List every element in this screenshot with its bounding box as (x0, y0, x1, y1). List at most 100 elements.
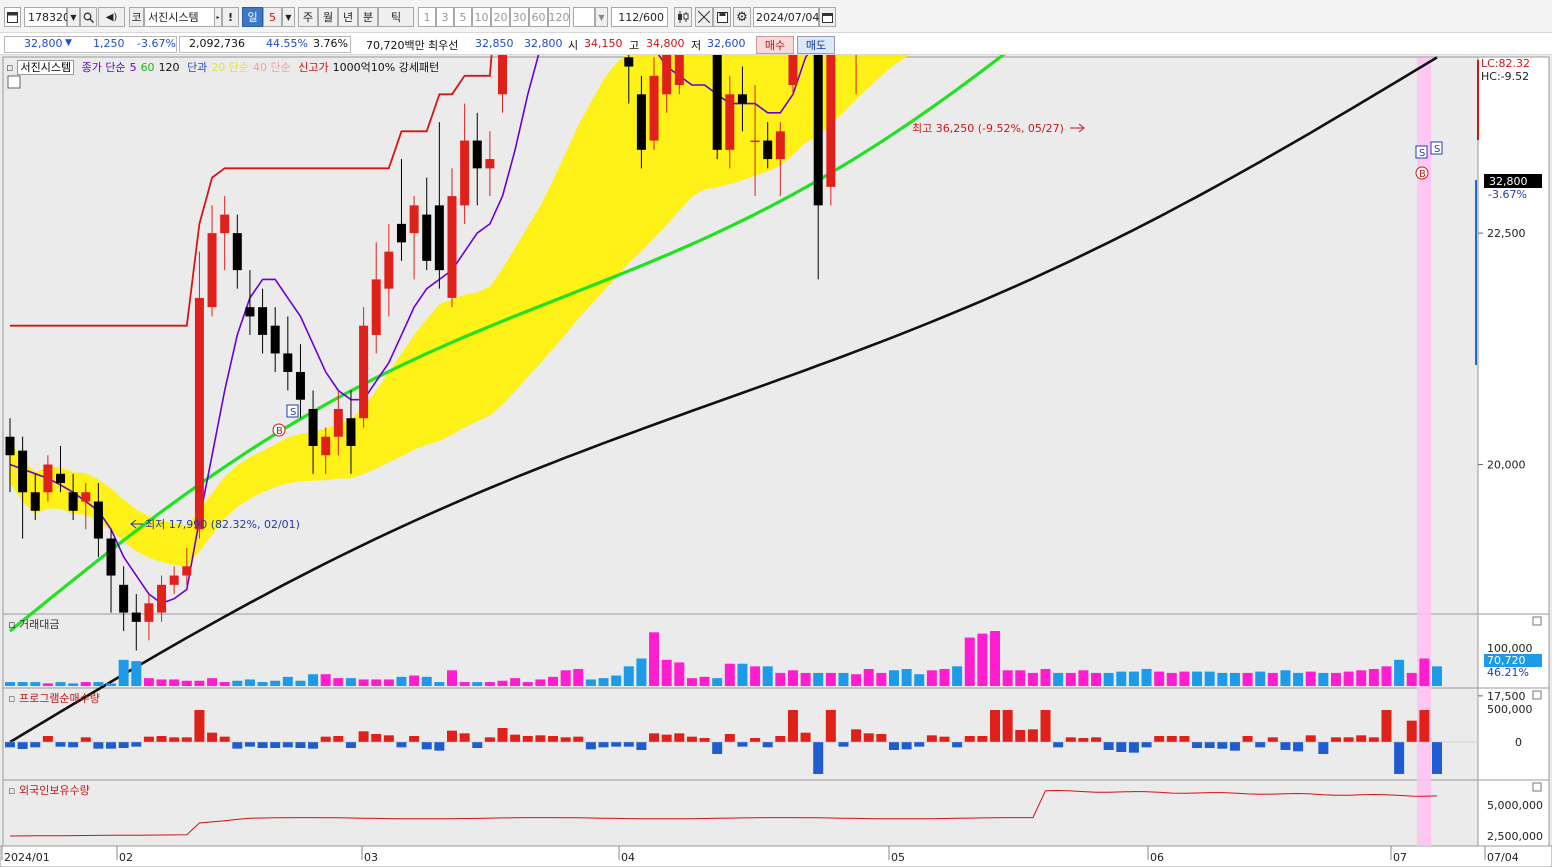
sound-button[interactable]: ◀) (98, 7, 125, 27)
code-dropdown-button[interactable]: ▼ (67, 7, 80, 27)
volume-bar (396, 676, 407, 686)
volume-bar (611, 675, 622, 686)
volume-bar (762, 666, 773, 686)
settings-button[interactable]: ⚙ (733, 7, 751, 27)
legend-cross[interactable]: 단과 (187, 61, 207, 74)
open-value: 34,150 (584, 37, 623, 50)
interval-5-button[interactable]: 5 (454, 7, 472, 27)
interval-3-button[interactable]: 3 (436, 7, 454, 27)
candle-body (207, 233, 217, 308)
volume-bar (1356, 670, 1367, 686)
period-year-button[interactable]: 년 (338, 7, 358, 27)
legend-pattern[interactable]: 1000억10% 강세패턴 (333, 61, 440, 74)
chart-svg[interactable]: 37,50035,00032,50030,00027,50025,00022,5… (0, 0, 1552, 867)
interval-30-button[interactable]: 30 (510, 7, 529, 27)
candle-body (68, 492, 78, 511)
legend-ma-label[interactable]: 종가 단순 (82, 61, 126, 74)
alert-button[interactable]: ! (222, 7, 239, 27)
grid-toggle-icon[interactable] (7, 75, 21, 89)
program-bar (939, 736, 950, 742)
legend-stock-name[interactable]: 서진시스템 (17, 60, 75, 75)
interval-10-button[interactable]: 10 (472, 7, 491, 27)
interval-label: 60 (531, 10, 546, 24)
y-tick-label: 22,500 (1487, 227, 1526, 240)
x-tick-label: 03 (364, 851, 378, 864)
interval-20-button[interactable]: 20 (491, 7, 510, 27)
period-month-button[interactable]: 월 (318, 7, 338, 27)
legend-ma60[interactable]: 60 (141, 61, 155, 74)
volume-bar (1381, 666, 1392, 686)
y-tick-label: 20,000 (1487, 459, 1526, 472)
volume-bar (497, 680, 508, 686)
save-button[interactable] (713, 7, 731, 27)
maximize-icon[interactable] (1532, 690, 1542, 700)
program-bar (712, 742, 723, 754)
volume-bar (636, 658, 647, 686)
volume-bar (737, 663, 748, 686)
calendar-icon (822, 12, 833, 23)
candle-body (169, 575, 179, 585)
sell-button[interactable]: 매도 (797, 36, 835, 54)
program-bar (1128, 742, 1139, 753)
program-bar (724, 734, 735, 742)
volume-bar (1368, 668, 1379, 686)
candle-body (384, 251, 394, 289)
legend-ma120[interactable]: 120 (159, 61, 180, 74)
volume-value: 2,092,736 (189, 37, 245, 50)
legend-newhigh[interactable]: 신고가 (298, 61, 328, 74)
interval-120-button[interactable]: 120 (548, 7, 570, 27)
save-icon (716, 11, 728, 23)
stock-name-field[interactable]: 서진시스템 (144, 7, 215, 27)
period-minute-button[interactable]: 분 (358, 7, 378, 27)
period-day-button[interactable]: 일 (242, 7, 263, 27)
volume-bar (964, 637, 975, 686)
program-bar (1166, 736, 1177, 742)
custom-interval-dropdown[interactable]: ▼ (595, 7, 608, 27)
volume-bar (1192, 671, 1203, 686)
window-menu-icon[interactable] (4, 7, 21, 27)
toolbar: 178320 ▼ ◀) 코 서진시스템 ▸ ! 일 5 ▼ 주 월 년 분 틱 … (0, 0, 1552, 33)
maximize-icon[interactable] (1532, 616, 1542, 626)
foreign-tick-label: 5,000,000 (1487, 799, 1543, 812)
current-price-tag-label: 32,800 (1489, 175, 1528, 188)
current-rate-label: -3.67% (1488, 188, 1527, 201)
period-count-field[interactable]: 5 (263, 7, 282, 27)
svg-text:S: S (1434, 144, 1440, 155)
volume-bar (106, 683, 117, 686)
candle-style-button[interactable] (674, 7, 692, 27)
program-bar (156, 736, 167, 742)
interval-60-button[interactable]: 60 (529, 7, 548, 27)
period-count-dropdown[interactable]: ▼ (282, 7, 295, 27)
program-bar (661, 734, 672, 742)
name-scroll[interactable]: ▸ (215, 7, 222, 27)
volume-bar (1116, 671, 1127, 686)
stock-code-field[interactable]: 178320 (24, 7, 70, 27)
buy-button[interactable]: 매수 (756, 36, 794, 54)
program-bar (358, 731, 369, 742)
interval-1-button[interactable]: 1 (418, 7, 436, 27)
candle-body (826, 0, 836, 187)
program-bar (674, 733, 685, 742)
period-year-label: 년 (342, 11, 354, 24)
maximize-icon[interactable] (1532, 782, 1542, 792)
volume-bar (320, 674, 331, 686)
period-tick-button[interactable]: 틱 (378, 7, 414, 27)
program-bar (42, 736, 53, 742)
program-bar (977, 736, 988, 742)
legend-ma20[interactable]: 20 단순 (211, 61, 249, 74)
custom-interval-field[interactable] (573, 7, 595, 27)
legend-ma5[interactable]: 5 (130, 61, 137, 74)
candle-body (194, 297, 204, 530)
tools-button[interactable] (695, 7, 713, 27)
search-button[interactable] (80, 7, 97, 27)
calendar-button[interactable] (819, 7, 836, 27)
svg-text:S: S (290, 407, 296, 418)
period-week-button[interactable]: 주 (298, 7, 318, 27)
program-bar (1192, 742, 1203, 748)
program-bar (548, 736, 559, 742)
date-field[interactable]: 2024/07/04 (753, 7, 819, 27)
candle-body (460, 140, 470, 206)
legend-ma40[interactable]: 40 단순 (253, 61, 291, 74)
count-field[interactable]: 112/600 (611, 7, 668, 27)
volume-bar (1027, 672, 1038, 686)
